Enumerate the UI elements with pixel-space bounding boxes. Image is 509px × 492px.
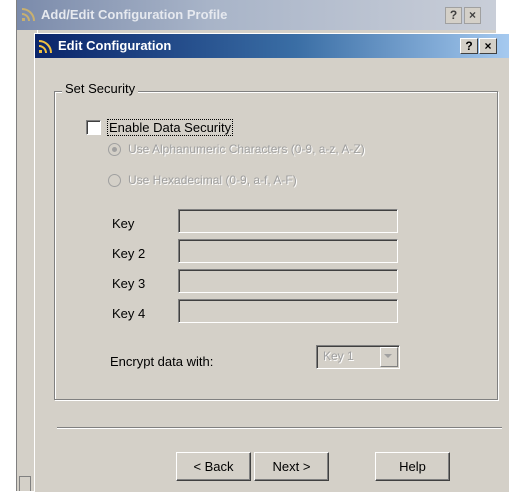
scrollbar-fragment[interactable]: [19, 476, 31, 491]
chevron-down-icon: [384, 354, 392, 358]
background-window-title: Add/Edit Configuration Profile: [41, 7, 228, 22]
background-close-button[interactable]: ×: [464, 7, 481, 24]
next-button[interactable]: Next >: [254, 452, 329, 481]
back-button[interactable]: < Back: [176, 452, 251, 481]
hexadecimal-radio-label: Use Hexadecimal (0-9, a-f, A-F): [128, 173, 297, 187]
set-security-group-label: Set Security: [62, 81, 139, 96]
dialog-title: Edit Configuration: [58, 38, 172, 53]
encrypt-data-with-label: Encrypt data with:: [110, 354, 214, 369]
encrypt-dropdown-button[interactable]: [380, 347, 398, 367]
hexadecimal-radio[interactable]: [108, 174, 121, 187]
enable-data-security-label[interactable]: Enable Data Security: [107, 119, 234, 136]
help-button[interactable]: Help: [375, 452, 450, 481]
edit-configuration-dialog: Edit Configuration ? × Set Security Enab…: [34, 33, 509, 492]
key-1-input[interactable]: [178, 209, 398, 233]
key-4-input[interactable]: [178, 299, 398, 323]
alphanumeric-radio-label: Use Alphanumeric Characters (0-9, a-z, A…: [128, 142, 365, 156]
wireless-signal-icon: [38, 40, 52, 54]
button-separator: [57, 427, 502, 429]
close-title-button[interactable]: ×: [479, 38, 497, 54]
encrypt-key-select[interactable]: Key 1: [316, 345, 400, 369]
help-title-button[interactable]: ?: [460, 38, 478, 54]
key-2-label: Key 2: [112, 246, 146, 261]
alphanumeric-radio[interactable]: [108, 143, 121, 156]
key-2-input[interactable]: [178, 239, 398, 263]
key-3-label: Key 3: [112, 276, 146, 291]
background-help-button[interactable]: ?: [445, 7, 462, 24]
wireless-signal-icon: [21, 8, 35, 22]
dialog-titlebar[interactable]: Edit Configuration ? ×: [35, 34, 509, 58]
key-3-input[interactable]: [178, 269, 398, 293]
background-titlebar[interactable]: Add/Edit Configuration Profile ? ×: [17, 0, 496, 30]
key-1-label: Key: [112, 216, 135, 231]
key-4-label: Key 4: [112, 306, 146, 321]
enable-data-security-checkbox[interactable]: [86, 120, 101, 135]
encrypt-key-value: Key 1: [323, 349, 354, 363]
